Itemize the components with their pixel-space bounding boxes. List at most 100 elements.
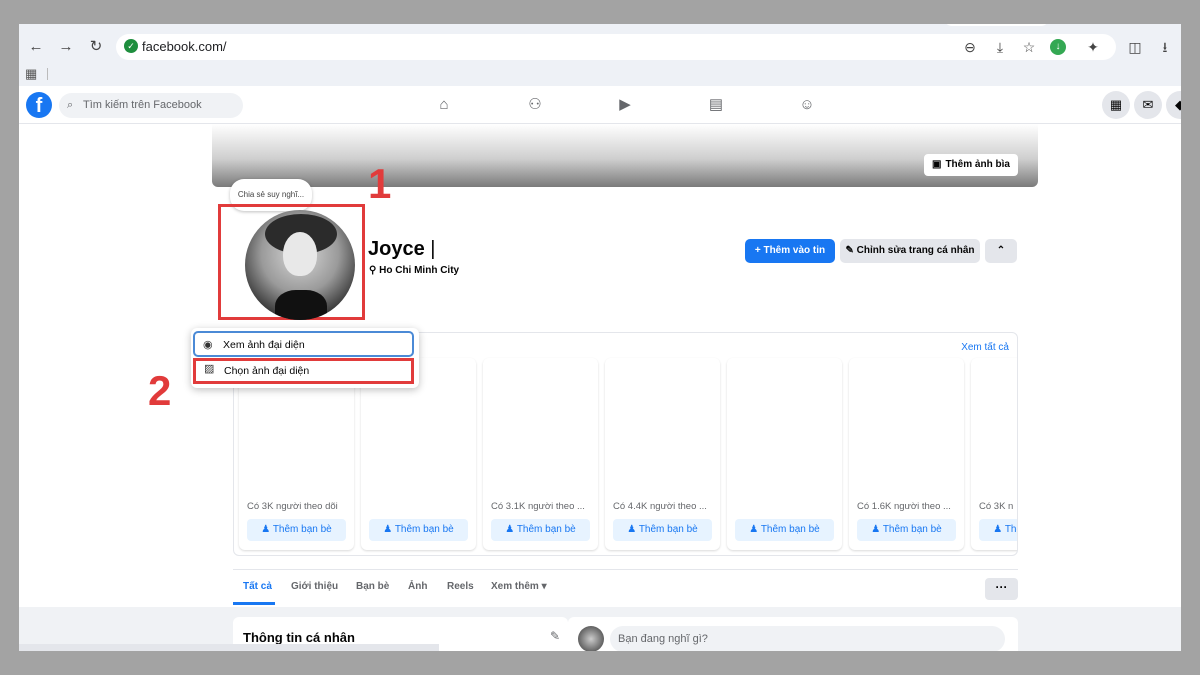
- add-friend-button[interactable]: ♟ Thêm bạn bè: [735, 519, 834, 541]
- tab-photos[interactable]: Ảnh: [408, 581, 427, 592]
- browser-window: ← → ↻ ✓ facebook.com/ ⊖ ⤓ ☆ ↓ ✦ ◫ ⭳ ▦ f …: [19, 24, 1181, 651]
- tab-friends[interactable]: Bạn bè: [356, 581, 389, 592]
- composer-placeholder: Bạn đang nghĩ gì?: [618, 633, 708, 645]
- intro-title: Thông tin cá nhân: [243, 630, 355, 645]
- add-friend-label: Thêm bạn bè: [638, 524, 698, 535]
- add-friend-label: Thêm bạn bè: [272, 524, 332, 535]
- download-status-icon[interactable]: ↓: [1050, 39, 1066, 55]
- add-cover-label: Thêm ảnh bìa: [945, 159, 1010, 170]
- facebook-logo-icon[interactable]: f: [26, 92, 52, 118]
- caret-down-icon: ▾: [541, 581, 547, 592]
- tab-all[interactable]: Tất cả: [243, 581, 272, 592]
- edit-profile-label: Chỉnh sửa trang cá nhân: [856, 245, 975, 256]
- menu-grid-icon[interactable]: ▦: [1102, 91, 1130, 119]
- profile-avatar[interactable]: [245, 210, 355, 320]
- add-to-story-label: Thêm vào tin: [763, 245, 826, 256]
- suggestion-followers: Có 3K người theo dõi: [247, 501, 338, 512]
- friends-icon[interactable]: ⚇: [525, 95, 545, 115]
- add-friend-button[interactable]: ♟ Thêm bạn bè: [857, 519, 956, 541]
- video-icon[interactable]: ▶: [615, 95, 635, 115]
- suggestion-followers: Có 1.6K người theo ...: [857, 501, 951, 512]
- location-text: Ho Chi Minh City: [379, 265, 460, 276]
- camera-icon: ▣: [932, 159, 942, 170]
- tab-reels[interactable]: Reels: [447, 581, 474, 592]
- avatar-dress: [275, 290, 327, 320]
- view-avatar-menu-item[interactable]: ◉ Xem ảnh đại diện: [193, 331, 414, 357]
- suggestion-card[interactable]: Có 1.6K người theo ... ♟ Thêm bạn bè: [849, 358, 964, 550]
- avatar-context-menu: ◉ Xem ảnh đại diện ▨ Chọn ảnh đại diện: [191, 328, 419, 388]
- install-icon[interactable]: ⤓: [989, 36, 1011, 58]
- composer-input[interactable]: Bạn đang nghĩ gì?: [610, 626, 1005, 651]
- profile-location: ⚲ Ho Chi Minh City: [369, 265, 459, 276]
- horizontal-scrollbar[interactable]: [19, 644, 439, 651]
- suggestion-card[interactable]: Có 3.1K người theo ... ♟ Thêm bạn bè: [483, 358, 598, 550]
- home-icon[interactable]: ⌂: [434, 95, 454, 115]
- text-cursor: |: [430, 238, 436, 260]
- extensions-icon[interactable]: ✦: [1082, 36, 1104, 58]
- messenger-icon[interactable]: ✉: [1134, 91, 1162, 119]
- add-friend-label: Thêm bạn bè: [394, 524, 454, 535]
- add-friend-label: Thêm bạn bè: [1004, 524, 1017, 535]
- image-icon: ▨: [204, 363, 215, 375]
- expand-toggle-button[interactable]: ⌃: [985, 239, 1017, 263]
- add-friend-button[interactable]: ♟ Thêm bạn bè: [369, 519, 468, 541]
- zoom-icon[interactable]: ⊖: [959, 36, 981, 58]
- annotation-step-1: 1: [368, 160, 392, 207]
- search-icon: ⌕: [67, 99, 74, 111]
- facebook-header: f ⌕ Tìm kiếm trên Facebook ⌂ ⚇ ▶ ▤ ☺ ▦ ✉…: [19, 86, 1181, 124]
- add-friend-label: Thêm bạn bè: [516, 524, 576, 535]
- composer-avatar[interactable]: [578, 626, 604, 651]
- location-pin-icon: ⚲: [369, 265, 377, 276]
- post-composer: Bạn đang nghĩ gì?: [568, 617, 1018, 651]
- pencil-icon: ✎: [845, 245, 854, 256]
- back-icon[interactable]: ←: [25, 36, 47, 58]
- downloads-icon[interactable]: ⭳: [1154, 36, 1176, 58]
- suggestion-followers: Có 3.1K người theo ...: [491, 501, 585, 512]
- add-friend-label: Thêm bạn bè: [760, 524, 820, 535]
- edit-pencil-icon[interactable]: ✎: [550, 629, 560, 643]
- profile-tabs: Tất cả Giới thiệu Bạn bè Ảnh Reels Xem t…: [233, 569, 1018, 605]
- search-placeholder: Tìm kiếm trên Facebook: [83, 99, 202, 111]
- split-view-icon[interactable]: ◫: [1124, 36, 1146, 58]
- suggestion-card[interactable]: Có 4.4K người theo ... ♟ Thêm bạn bè: [605, 358, 720, 550]
- suggestion-card[interactable]: Có 3K n ♟ Thêm bạn bè: [971, 358, 1017, 550]
- add-friend-button[interactable]: ♟ Thêm bạn bè: [491, 519, 590, 541]
- view-avatar-label: Xem ảnh đại diện: [223, 339, 305, 351]
- groups-icon[interactable]: ☺: [797, 95, 817, 115]
- marketplace-icon[interactable]: ▤: [706, 95, 726, 115]
- profile-name: Joyce |: [368, 238, 435, 261]
- reload-icon[interactable]: ↻: [85, 36, 107, 58]
- lock-icon[interactable]: ✓: [124, 39, 138, 53]
- facebook-search-input[interactable]: ⌕ Tìm kiếm trên Facebook: [59, 93, 243, 118]
- note-bubble-text: Chia sẻ suy nghĩ...: [237, 190, 305, 199]
- tab-more-label: Xem thêm: [491, 581, 539, 592]
- suggestion-card[interactable]: ♟ Thêm bạn bè: [727, 358, 842, 550]
- annotation-step-2: 2: [148, 367, 172, 414]
- choose-avatar-menu-item[interactable]: ▨ Chọn ảnh đại diện: [193, 358, 414, 384]
- notifications-icon[interactable]: ◆: [1166, 91, 1181, 119]
- tab-more[interactable]: Xem thêm ▾: [491, 581, 547, 592]
- annotation-box-avatar: [218, 204, 365, 320]
- forward-icon[interactable]: →: [55, 36, 77, 58]
- chevron-up-icon: ⌃: [996, 245, 1006, 256]
- tab-strip: [944, 24, 1049, 26]
- apps-icon[interactable]: ▦: [25, 66, 37, 82]
- see-all-link[interactable]: Xem tất cả: [961, 342, 1009, 353]
- star-icon[interactable]: ☆: [1018, 36, 1040, 58]
- suggestion-followers: Có 3K n: [979, 501, 1014, 512]
- user-circle-icon: ◉: [203, 339, 213, 351]
- add-to-story-button[interactable]: + Thêm vào tin: [745, 239, 835, 263]
- tab-about[interactable]: Giới thiệu: [291, 581, 338, 592]
- profile-name-text: Joyce: [368, 238, 425, 260]
- url-text[interactable]: facebook.com/: [142, 39, 227, 54]
- cover-photo: ▣ Thêm ảnh bìa: [212, 124, 1038, 187]
- bookmark-separator: [47, 68, 48, 80]
- add-friend-button[interactable]: ♟ Thêm bạn bè: [979, 519, 1017, 541]
- edit-profile-button[interactable]: ✎ Chỉnh sửa trang cá nhân: [840, 239, 980, 263]
- more-options-button[interactable]: ···: [985, 578, 1018, 600]
- add-friend-button[interactable]: ♟ Thêm bạn bè: [613, 519, 712, 541]
- add-friend-button[interactable]: ♟ Thêm bạn bè: [247, 519, 346, 541]
- browser-toolbar: ← → ↻ ✓ facebook.com/ ⊖ ⤓ ☆ ↓ ✦ ◫ ⭳ ▦: [19, 24, 1181, 86]
- add-friend-label: Thêm bạn bè: [882, 524, 942, 535]
- add-cover-photo-button[interactable]: ▣ Thêm ảnh bìa: [924, 154, 1018, 176]
